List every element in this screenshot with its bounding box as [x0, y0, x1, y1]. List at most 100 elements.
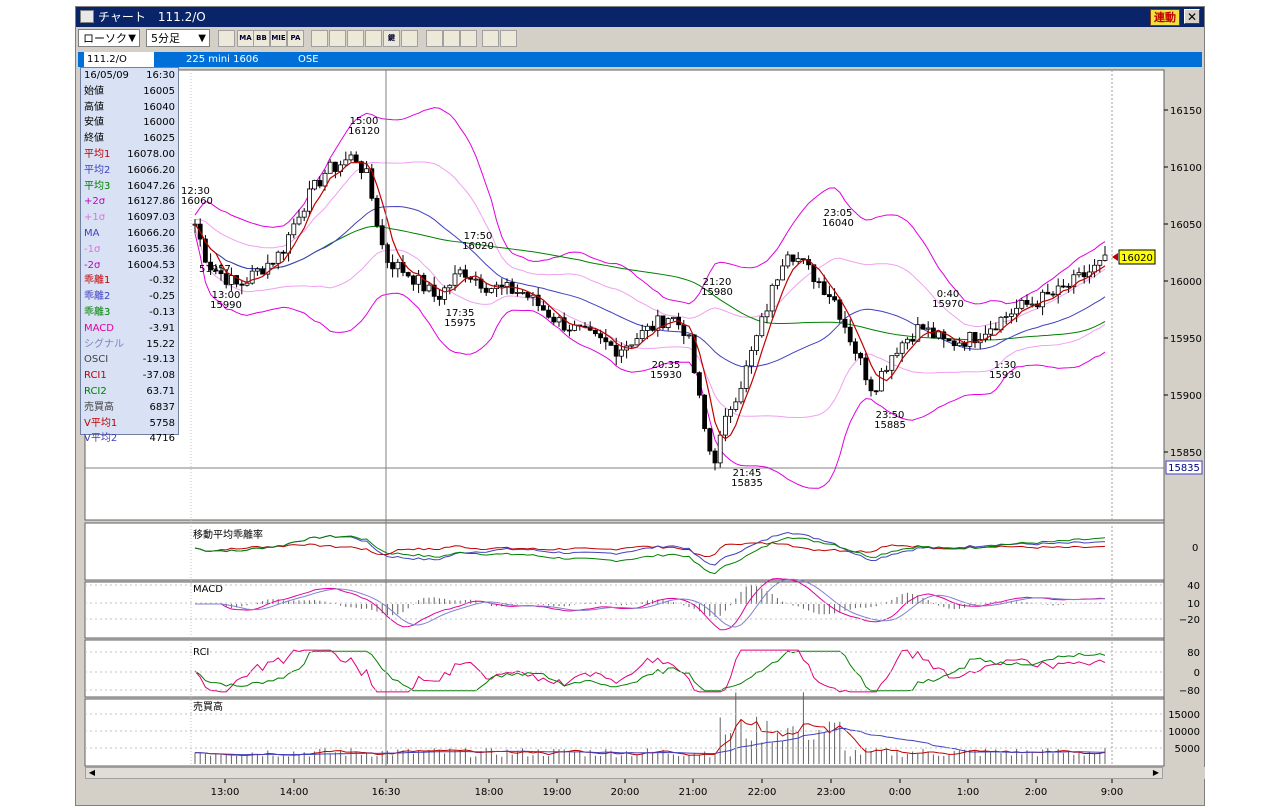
candle-body: [353, 154, 359, 163]
data-panel-value: -19.13: [142, 354, 175, 366]
data-panel-row: 乖離2 -0.25: [81, 289, 178, 305]
candle-body: [733, 401, 739, 410]
data-panel-row: +1σ 16097.03: [81, 210, 178, 226]
data-panel-value: 16000: [143, 117, 175, 129]
data-panel-row: +2σ 16127.86: [81, 194, 178, 210]
candle-body: [780, 265, 785, 281]
candle-body: [306, 188, 312, 212]
data-panel-key: 高値: [84, 101, 104, 113]
candle-body: [348, 154, 354, 161]
volume-tick-label: 10000: [1168, 727, 1200, 738]
data-panel-row: 始値 16005: [81, 84, 178, 100]
data-panel-row: RCI1 -37.08: [81, 368, 178, 384]
data-panel-value: 16035.36: [127, 243, 175, 255]
time-tick-label: 23:00: [817, 787, 846, 798]
time-tick-label: 18:00: [475, 787, 504, 798]
candle-body: [853, 341, 858, 354]
candle-body: [369, 168, 375, 199]
data-panel-row: 平均1 16078.00: [81, 147, 178, 163]
candle-body: [639, 330, 645, 339]
scroll-right-icon[interactable]: ▶: [1151, 768, 1161, 778]
data-panel-key: 平均1: [84, 148, 111, 160]
data-panel-row: 高値 16040: [81, 100, 178, 116]
candle-body: [717, 434, 723, 464]
candle-body: [681, 324, 687, 336]
candle-body: [442, 287, 448, 300]
candle-body: [868, 379, 874, 392]
price-tick-label: 15850: [1170, 448, 1202, 459]
candle-body: [1014, 307, 1019, 315]
candle-body: [842, 318, 848, 328]
chart-canvas[interactable]: 1615016100160501600015950159001585012:30…: [0, 0, 1280, 811]
candle-body: [603, 337, 609, 343]
data-panel-value: 63.71: [146, 385, 175, 397]
time-tick-label: 21:00: [679, 787, 708, 798]
candle-body: [223, 273, 229, 285]
candle-body: [228, 275, 234, 285]
candle-body: [405, 272, 411, 277]
candle-body: [697, 372, 702, 396]
data-panel-value: 16066.20: [127, 164, 175, 176]
candle-body: [764, 310, 770, 318]
candle-body: [613, 345, 619, 357]
data-panel-key: +1σ: [84, 212, 106, 224]
candle-body: [1097, 260, 1103, 266]
cursor-price-label: 15835: [1168, 463, 1200, 474]
horizontal-scrollbar[interactable]: ◀ ▶: [85, 767, 1163, 779]
data-panel-row: -1σ 16035.36: [81, 242, 178, 258]
candle-body: [260, 268, 266, 275]
data-panel-key: MA: [84, 227, 100, 239]
candle-body: [296, 216, 302, 225]
data-panel-key: 16/05/09: [84, 70, 129, 81]
candle-body: [702, 394, 707, 429]
data-panel-value: -3.91: [149, 322, 175, 334]
candle-body: [312, 180, 318, 190]
candle-body: [749, 350, 754, 367]
candle-body: [473, 278, 479, 281]
data-panel-value: 16097.03: [127, 212, 175, 224]
candle-body: [837, 299, 843, 320]
candle-body: [707, 428, 713, 452]
data-panel-row: V平均1 5758: [81, 416, 178, 432]
candle-body: [957, 342, 962, 347]
data-panel-key: RCI1: [84, 370, 107, 382]
candle-body: [520, 291, 525, 294]
candle-body: [364, 168, 370, 174]
rci-pane: [84, 639, 1165, 698]
data-panel-row: 乖離3 -0.13: [81, 305, 178, 321]
price-tick-label: 15950: [1170, 334, 1202, 345]
data-panel-value: 16004.53: [127, 259, 175, 271]
time-tick-label: 0:00: [889, 787, 911, 798]
time-tick-label: 2:00: [1025, 787, 1047, 798]
rci-tick-label: 0: [1194, 668, 1200, 679]
candle-body: [379, 225, 385, 246]
data-panel-value: 16066.20: [127, 227, 175, 239]
scroll-left-icon[interactable]: ◀: [87, 768, 97, 778]
candle-body: [1029, 303, 1035, 306]
candle-body: [598, 333, 603, 339]
data-panel-row: 売買高 6837: [81, 400, 178, 416]
candle-body: [515, 292, 520, 294]
annotation-price: 15930: [650, 370, 682, 381]
time-tick-label: 16:30: [372, 787, 401, 798]
candle-body: [738, 387, 744, 403]
candle-body: [410, 275, 416, 285]
volume-title: 売買高: [193, 700, 223, 713]
candle-body: [499, 284, 505, 287]
candle-body: [920, 324, 926, 330]
candle-body: [541, 305, 546, 311]
data-panel-row: 安値 16000: [81, 115, 178, 131]
data-panel-key: OSCI: [84, 354, 109, 366]
data-panel-key: -1σ: [84, 243, 101, 255]
rci-tick-label: −80: [1179, 686, 1200, 697]
annotation-price: 15990: [210, 300, 242, 311]
candle-body: [743, 365, 749, 389]
price-pane: [84, 69, 1165, 521]
data-panel-key: V平均1: [84, 417, 118, 429]
candle-body: [858, 352, 863, 359]
annotation-price: 15970: [932, 299, 964, 310]
candle-body: [816, 281, 822, 284]
last-price-label: 16020: [1121, 253, 1153, 264]
candle-body: [879, 370, 884, 392]
candle-body: [546, 309, 551, 318]
